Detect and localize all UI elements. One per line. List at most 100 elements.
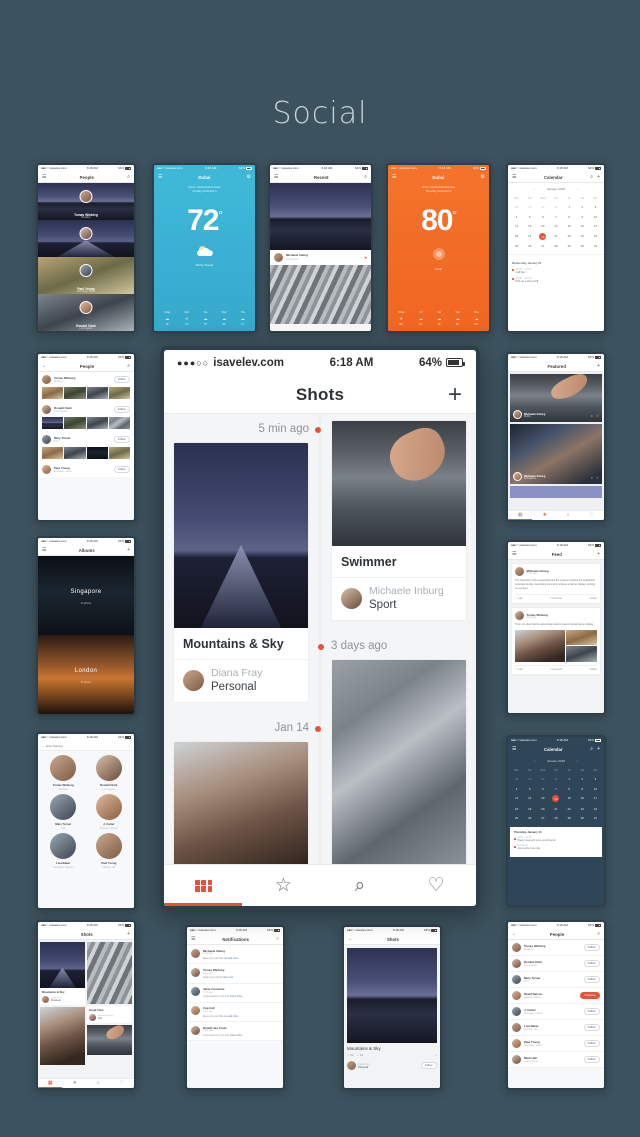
calendar-day[interactable]: 16	[576, 795, 589, 802]
settings-icon[interactable]: ○	[276, 936, 279, 942]
table-row[interactable]: Lisa Baker Richard, OR Follow	[508, 1020, 604, 1036]
notification-row[interactable]: Cap Indi 6 hrs ago likes your post You can…	[187, 1002, 283, 1023]
phone-shot-detail[interactable]: ●●●○○isavelev.com 6:18 AM 64% ← Shots + …	[342, 925, 442, 1090]
calendar-day[interactable]: 6	[536, 786, 549, 792]
menu-icon[interactable]: ☰	[512, 174, 516, 180]
calendar-event[interactable]: 11:00 – 14:00 Happy meal with some good f…	[514, 837, 598, 842]
share-button[interactable]: ⌁ Share	[588, 597, 597, 600]
tab-heart-icon[interactable]: ♡	[428, 876, 445, 895]
table-row[interactable]: Mary Turner NYC Follow	[38, 432, 134, 447]
close-icon[interactable]: ×	[128, 744, 130, 748]
shot-photo[interactable]	[174, 443, 308, 628]
tab-featured[interactable]: ★	[73, 1081, 77, 1086]
calendar-day[interactable]: 29	[563, 815, 576, 821]
follow-button[interactable]: Follow	[583, 1007, 600, 1016]
shot-photo[interactable]	[87, 942, 132, 1004]
follow-button[interactable]: Follow	[113, 465, 130, 474]
featured-card[interactable]: Michaele Inburg Somewhere ○ ♡	[510, 424, 602, 484]
tab-grid[interactable]: ▦	[48, 1081, 53, 1086]
calendar-day[interactable]: 30	[576, 243, 589, 249]
calendar-day[interactable]: 19	[523, 806, 536, 812]
tab-featured[interactable]: ★	[543, 513, 547, 518]
album-item[interactable]: London 58 photos	[38, 635, 134, 714]
share-button[interactable]: ⌁ Share	[588, 668, 597, 671]
back-icon[interactable]: ←	[512, 931, 517, 937]
list-item[interactable]: Lisa Baker Stockholm, Sweden	[42, 833, 85, 869]
phone-albums[interactable]: ●●●○○ isavelev.com 6:18 AM 64% ☰ Albums +…	[36, 536, 136, 716]
search-input[interactable]	[45, 743, 127, 748]
follow-button[interactable]: Follow	[420, 1061, 437, 1070]
search-icon[interactable]: ⌕	[590, 747, 593, 752]
phone-notifications[interactable]: ●●●○○ isavelev.com 6:18 AM 64% ☰ Notifica…	[185, 925, 285, 1090]
add-icon[interactable]: +	[127, 547, 130, 553]
calendar-day[interactable]: 29	[523, 776, 536, 782]
calendar-day[interactable]: 5	[523, 786, 536, 792]
phone-calendar-light[interactable]: ●●●○○ isavelev.com 6:18 AM 64% ☰ Calendar…	[506, 163, 606, 333]
shot-photo[interactable]	[174, 741, 308, 864]
calendar-day[interactable]: 9	[576, 214, 589, 220]
shot-photo[interactable]	[40, 1007, 85, 1065]
follow-button[interactable]: Follow	[583, 1039, 600, 1048]
shot-photo[interactable]	[332, 421, 466, 546]
phone-feed[interactable]: ●●●○○ isavelev.com 6:18 AM 64% ☰ Feed + M…	[506, 540, 606, 715]
calendar-day[interactable]: 17	[589, 223, 602, 229]
table-row[interactable]: Paul Young Woodway, Texas Follow	[38, 462, 134, 477]
follow-button[interactable]: Follow	[583, 1023, 600, 1032]
calendar-day[interactable]: 3	[589, 776, 602, 782]
calendar-day[interactable]: 20	[539, 232, 547, 240]
phone-weather-orange[interactable]: ●●●○○ isavelev.com 6:18 AM 64% ☰ Dubai ⚙ …	[386, 163, 491, 333]
post-photo[interactable]	[270, 264, 371, 324]
tab-star-icon[interactable]: ☆	[275, 876, 292, 895]
prev-month-button[interactable]: ‹	[534, 187, 535, 191]
follow-button[interactable]: Follow	[113, 435, 130, 444]
post-photo[interactable]	[270, 183, 371, 250]
calendar-day[interactable]: 31	[549, 776, 562, 782]
back-icon[interactable]: ←	[348, 936, 353, 942]
post-photo[interactable]	[565, 646, 597, 662]
comment-button[interactable]: ○ Comment	[549, 597, 562, 600]
calendar-day[interactable]: 7	[549, 214, 562, 220]
table-row[interactable]: David Nelson Warsaw, Poland Following	[508, 988, 604, 1004]
table-row[interactable]: Ronald Clark Los Angeles Follow	[508, 956, 604, 972]
calendar-event[interactable]: 11:00 – 14:00 Call Dan	[512, 268, 600, 274]
calendar-day[interactable]: 6	[536, 214, 549, 220]
tab-grid-icon[interactable]	[195, 879, 213, 892]
calendar-day[interactable]: 31	[589, 243, 602, 249]
feed-post[interactable]: Tomas Winberg 2 hrs ago Thus, it is clea…	[511, 607, 601, 676]
calendar-event[interactable]: 18:00 – 19:00 Pick up a shop stuff	[512, 277, 600, 283]
list-item[interactable]: Paul Young Fairfield, CA	[88, 833, 131, 869]
menu-icon[interactable]: ☰	[42, 174, 46, 180]
menu-icon[interactable]: ☰	[42, 547, 46, 553]
prev-month-button[interactable]: ‹	[534, 759, 535, 763]
follow-button[interactable]: Follow	[583, 975, 600, 984]
calendar-day[interactable]: 28	[510, 204, 523, 210]
list-item[interactable]: Ronald Clark Los Angeles	[88, 755, 131, 791]
shot-card[interactable]	[173, 740, 309, 864]
post-photo[interactable]	[515, 629, 565, 662]
phone-main-shots[interactable]: ●●●○○ isavelev.com 6:18 AM 64% Shots + 5 …	[160, 346, 480, 910]
calendar-day[interactable]: 23	[576, 806, 589, 812]
calendar-day[interactable]: 10	[589, 214, 602, 220]
calendar-day[interactable]: 28	[510, 776, 523, 782]
shot-card[interactable]	[331, 658, 467, 864]
calendar-day[interactable]: 22	[563, 806, 576, 812]
calendar-day[interactable]: 21	[549, 806, 562, 812]
calendar-day[interactable]: 15	[563, 223, 576, 229]
album-item[interactable]: Singapore 24 photos	[38, 556, 134, 635]
add-icon[interactable]: +	[127, 931, 130, 937]
back-icon[interactable]: ←	[42, 363, 47, 369]
calendar-day[interactable]: 20	[536, 806, 549, 812]
menu-icon[interactable]: ☰	[158, 175, 162, 180]
menu-icon[interactable]: ☰	[274, 174, 278, 180]
featured-card[interactable]: Michaele Inburg Dublin ○ ♡	[510, 374, 602, 422]
comment-button[interactable]: ○ Comment	[549, 668, 562, 671]
calendar-day[interactable]: 13	[536, 223, 549, 229]
follow-button[interactable]: Follow	[583, 943, 600, 952]
calendar-grid[interactable]: 28 29 30 31 1 2 3 4 5 6 7 8 9 10 11 12 13 14 15 16 17 18 19 20 2…	[508, 202, 604, 251]
like-button[interactable]: ♡ Like	[515, 597, 523, 600]
menu-icon[interactable]: ☰	[512, 747, 516, 752]
share-icon[interactable]: ⌁	[435, 1053, 437, 1057]
calendar-day[interactable]: 9	[576, 786, 589, 792]
shot-card[interactable]: Great View Michaele Inburg City	[87, 1006, 132, 1023]
search-icon[interactable]: ⌕	[127, 174, 130, 180]
